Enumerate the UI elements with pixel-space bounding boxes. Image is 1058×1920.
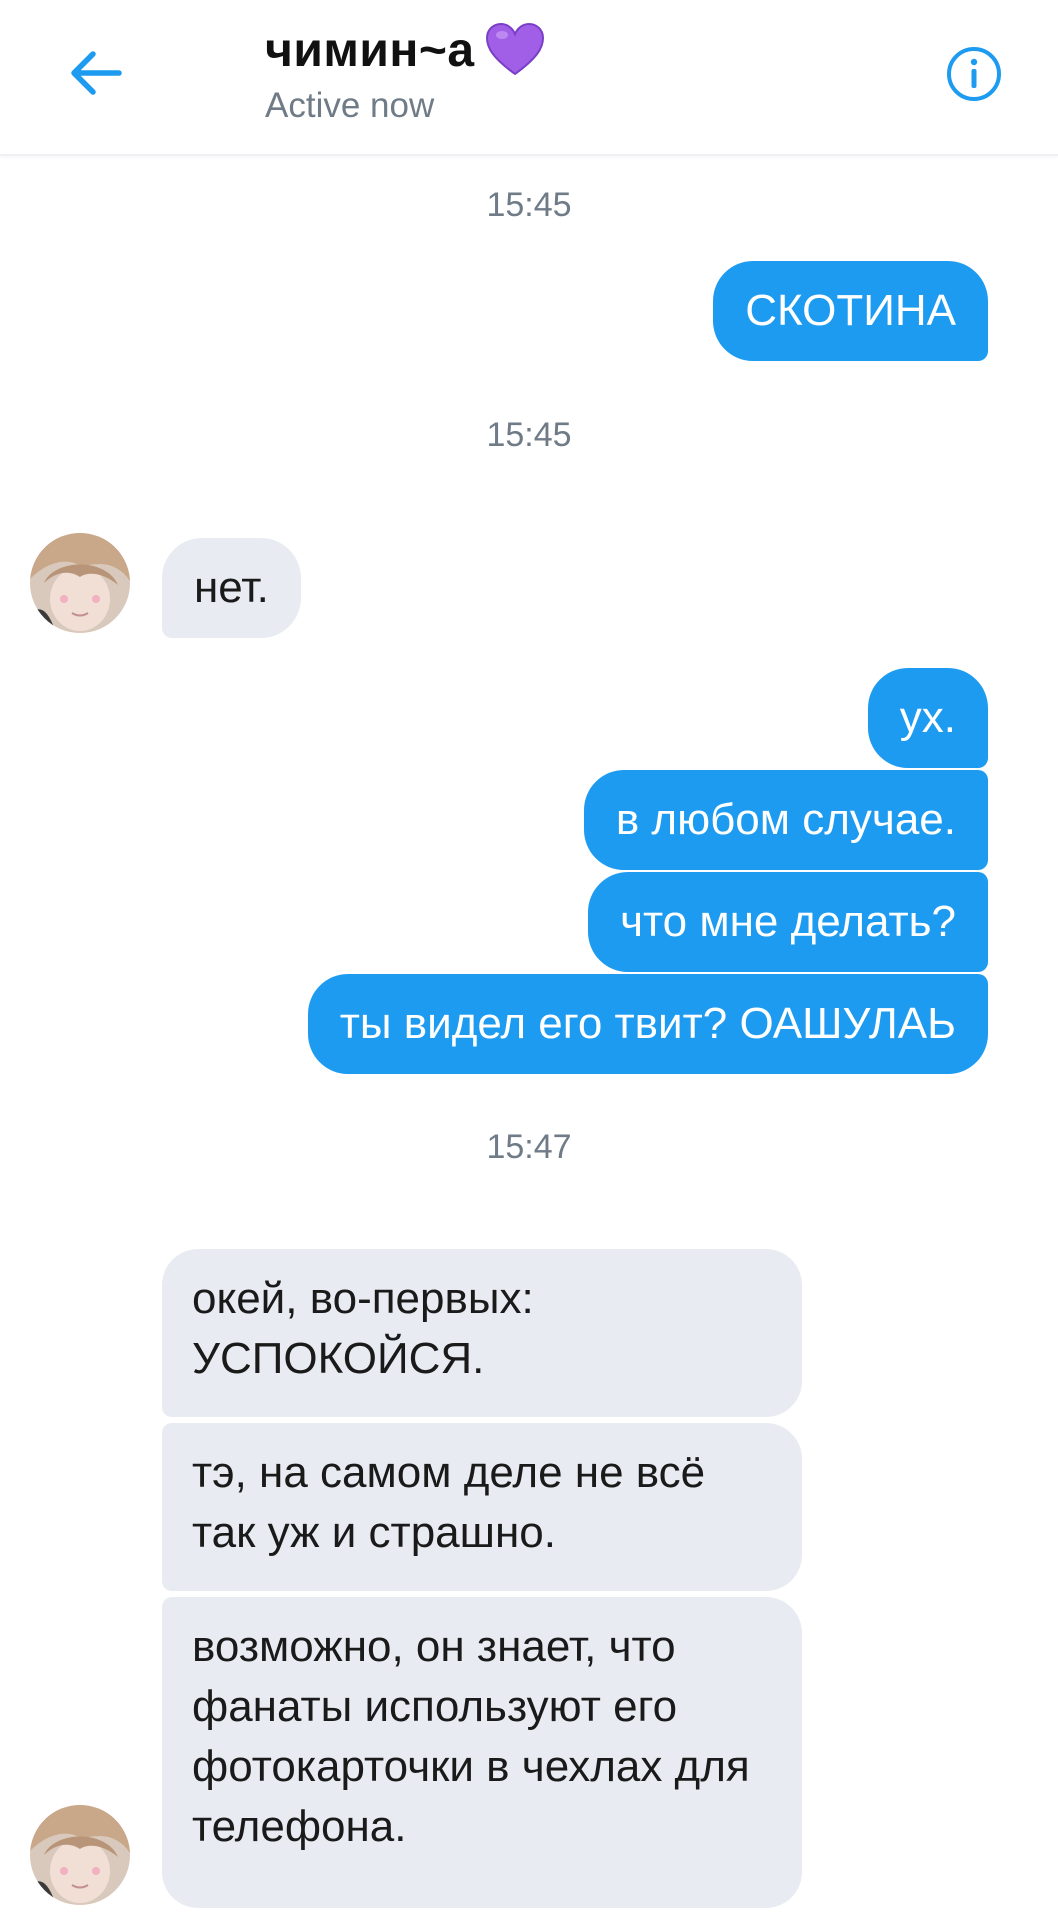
contact-name: чимин~а [265,23,475,77]
contact-title-block[interactable]: чимин~а Active now [265,18,545,126]
message-outgoing[interactable]: что мне делать? [588,872,988,972]
timestamp: 15:45 [486,416,572,454]
purple-heart-icon [485,22,544,76]
timestamp: 15:45 [486,186,572,224]
arrow-left-icon [71,51,122,95]
conversation-header: чимин~а Active now [0,0,1058,156]
back-button[interactable] [60,38,130,108]
message-incoming[interactable]: окей, во-первых: УСПОКОЙСЯ. [162,1249,802,1417]
timestamp: 15:47 [486,1128,572,1166]
presence-status: Active now [265,86,435,125]
message-incoming[interactable]: возможно, он знает, что фанаты использую… [162,1597,802,1908]
message-outgoing[interactable]: СКОТИНА [713,261,988,361]
avatar[interactable] [30,533,130,633]
message-outgoing[interactable]: ух. [867,668,988,768]
message-outgoing[interactable]: ты видел его твит? ОАШУЛАЬ [307,974,988,1074]
avatar[interactable] [30,1805,130,1905]
info-icon [947,47,1001,101]
avatar-photo [30,533,130,633]
info-button[interactable] [944,44,1004,104]
message-incoming[interactable]: тэ, на самом деле не всё так уж и страшн… [162,1423,802,1591]
message-outgoing[interactable]: в любом случае. [583,770,988,870]
message-incoming[interactable]: нет. [162,538,301,638]
avatar-photo [30,1805,130,1905]
